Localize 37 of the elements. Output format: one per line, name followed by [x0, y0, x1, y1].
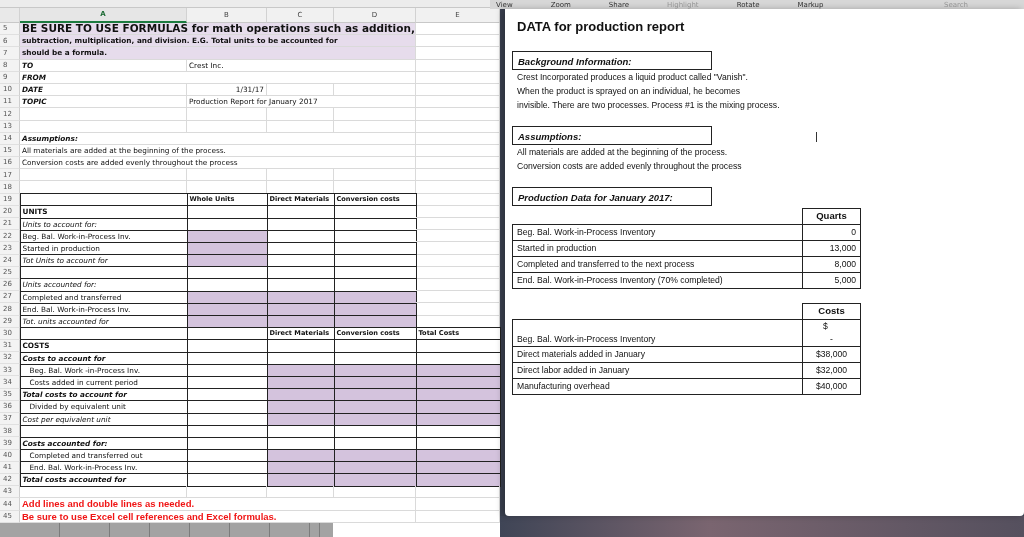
table-cell: 0 — [802, 224, 861, 240]
empty-cell — [267, 83, 334, 97]
table-cell: End. Bal. Work-in-Process Inventory (70% completed) — [512, 272, 803, 288]
body-text: Conversion costs are added evenly throughout the process — [516, 159, 743, 173]
empty-cell — [267, 120, 334, 133]
table-cell: Direct labor added in January — [512, 362, 803, 378]
table-cell: 8,000 — [802, 256, 861, 272]
table-cell: 5,000 — [802, 272, 861, 288]
text-cursor-icon — [815, 132, 818, 142]
table-cell: Beg. Bal. Work-in-Process Inventory — [512, 319, 803, 346]
body-text: When the product is sprayed on an individual, he becomes — [516, 84, 742, 98]
column-header: Quarts — [802, 208, 861, 224]
currency-symbol: $ — [822, 319, 829, 333]
table-cell: 13,000 — [802, 240, 861, 256]
section-heading: Background Information: — [512, 50, 712, 70]
table-cell: Add lines and double lines as needed. — [20, 498, 416, 511]
table-cell-text: - — [829, 332, 834, 346]
empty-cell — [267, 169, 334, 182]
table-cell: Direct materials added in January — [512, 346, 803, 362]
table-cell: Completed and transferred to the next process — [512, 256, 803, 272]
table-cell: Be sure to use Excel cell references and Excel formulas. — [20, 510, 416, 523]
table-cell: Started in production — [512, 240, 803, 256]
table-cell: $32,000 — [802, 362, 861, 378]
empty-cell — [267, 486, 334, 499]
section-heading: Production Data for January 2017: — [512, 186, 712, 206]
empty-cell — [267, 108, 334, 121]
table-cell: $40,000 — [802, 378, 861, 394]
document-title: DATA for production report — [517, 18, 686, 36]
table-cell: $38,000 — [802, 346, 861, 362]
body-text: All materials are added at the beginning of the process. — [516, 145, 729, 159]
section-heading: Assumptions: — [512, 125, 712, 145]
column-header: Costs — [802, 303, 861, 319]
table-cell: Manufacturing overhead — [512, 378, 803, 394]
body-text: Crest Incorporated produces a liquid product called "Vanish". — [516, 70, 749, 84]
instruction-text: BE SURE TO USE FORMULAS for math operations such as addition, — [20, 23, 416, 36]
body-text: invisible. There are two processes. Process #1 is the mixing process. — [516, 98, 781, 112]
table-cell: Beg. Bal. Work-in-Process Inventory — [512, 224, 803, 240]
